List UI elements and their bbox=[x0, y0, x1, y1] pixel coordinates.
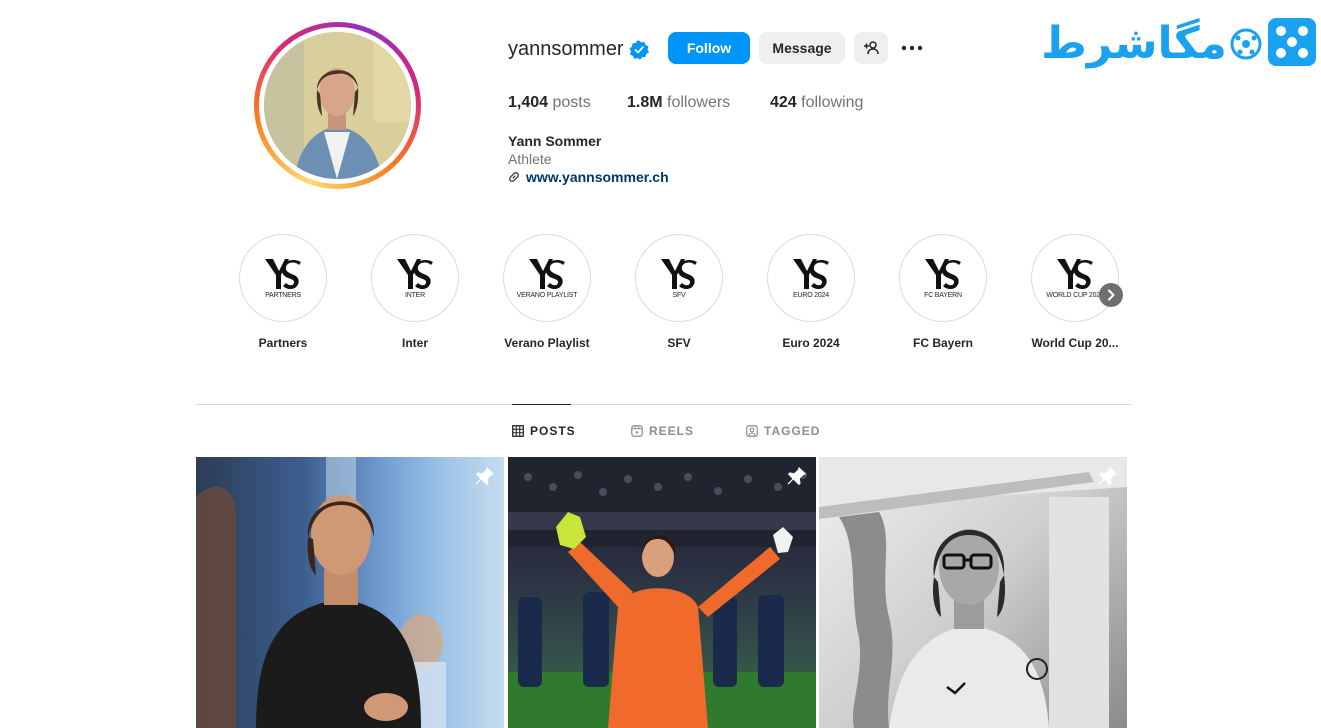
ys-logo-icon bbox=[397, 259, 433, 289]
highlight-item[interactable]: VERANO PLAYLIST Verano Playlist bbox=[503, 234, 591, 350]
ys-logo-icon bbox=[1057, 259, 1093, 289]
followers-label: followers bbox=[667, 94, 731, 111]
profile-website-link[interactable]: www.yannsommer.ch bbox=[508, 169, 669, 185]
post-image-training bbox=[196, 457, 446, 728]
highlight-cover-text: WORLD CUP 2022 bbox=[1046, 292, 1104, 299]
following-link[interactable]: 424 following bbox=[770, 94, 863, 112]
message-button[interactable]: Message bbox=[759, 32, 845, 64]
highlight-cover-text: PARTNERS bbox=[265, 292, 301, 299]
highlight-cover: VERANO PLAYLIST bbox=[503, 234, 591, 322]
follow-button[interactable]: Follow bbox=[668, 32, 750, 64]
link-icon bbox=[509, 172, 519, 182]
avatar bbox=[264, 32, 411, 179]
watermark-logo-graphic: مگاشرط bbox=[1041, 17, 1316, 69]
highlight-item[interactable]: FC BAYERN FC Bayern bbox=[899, 234, 987, 350]
highlight-cover: EURO 2024 bbox=[767, 234, 855, 322]
highlight-cover: FC BAYERN bbox=[899, 234, 987, 322]
watermark-logo: مگاشرط bbox=[1012, 6, 1318, 76]
ys-logo-icon bbox=[793, 259, 829, 289]
ys-logo-icon bbox=[529, 259, 565, 289]
highlight-label: Inter bbox=[401, 336, 428, 350]
avatar-frame bbox=[259, 27, 416, 184]
highlight-cover: SFV bbox=[635, 234, 723, 322]
grid-icon bbox=[512, 425, 524, 437]
following-label: following bbox=[801, 94, 864, 111]
tab-reels-label: REELS bbox=[649, 424, 695, 438]
highlight-cover: WORLD CUP 2022 bbox=[1031, 234, 1119, 322]
post-thumbnail[interactable] bbox=[508, 457, 816, 728]
suggested-users-button[interactable] bbox=[854, 32, 888, 64]
highlight-label: FC Bayern bbox=[912, 336, 974, 350]
followers-link[interactable]: 1.8M followers bbox=[627, 94, 730, 112]
tab-posts-label: POSTS bbox=[530, 424, 576, 438]
highlight-cover-text: SFV bbox=[672, 292, 686, 299]
tagged-icon bbox=[746, 425, 758, 437]
profile-category: Athlete bbox=[508, 151, 552, 167]
pinned-icon bbox=[1098, 466, 1118, 486]
highlight-item[interactable]: SFV SFV bbox=[635, 234, 723, 350]
reels-icon bbox=[631, 425, 643, 437]
post-thumbnail[interactable] bbox=[819, 457, 1127, 728]
highlight-cover-text: FC BAYERN bbox=[924, 292, 962, 299]
highlight-cover-text: INTER bbox=[404, 292, 425, 299]
add-user-icon bbox=[864, 41, 879, 55]
tabs-divider bbox=[196, 404, 1131, 405]
verified-badge-icon bbox=[629, 40, 649, 60]
highlight-cover-text: VERANO PLAYLIST bbox=[516, 292, 578, 299]
ys-logo-icon bbox=[925, 259, 961, 289]
followers-count-value: 1.8M bbox=[627, 94, 663, 111]
highlight-label: Verano Playlist bbox=[504, 336, 590, 350]
website-text: www.yannsommer.ch bbox=[526, 169, 669, 185]
tab-posts[interactable]: POSTS bbox=[512, 424, 576, 438]
post-image-airplane bbox=[819, 457, 1127, 728]
ys-logo-icon bbox=[661, 259, 697, 289]
pinned-icon bbox=[787, 466, 807, 486]
avatar-photo bbox=[264, 32, 411, 179]
chevron-right-icon bbox=[1108, 289, 1115, 301]
profile-username: yannsommer bbox=[508, 38, 624, 60]
tab-tagged[interactable]: TAGGED bbox=[746, 424, 820, 438]
posts-count-value: 1,404 bbox=[508, 94, 549, 111]
post-image-celebration bbox=[508, 457, 816, 728]
posts-count-label: posts bbox=[552, 94, 591, 111]
more-icon[interactable] bbox=[900, 38, 924, 58]
highlight-label: World Cup 20... bbox=[1031, 336, 1119, 350]
following-count-value: 424 bbox=[770, 94, 797, 111]
highlight-item[interactable]: PARTNERS Partners bbox=[239, 234, 327, 350]
pinned-icon bbox=[475, 466, 495, 486]
highlight-item[interactable]: EURO 2024 Euro 2024 bbox=[767, 234, 855, 350]
post-thumbnail[interactable] bbox=[196, 457, 504, 728]
highlight-cover: PARTNERS bbox=[239, 234, 327, 322]
profile-full-name: Yann Sommer bbox=[508, 133, 602, 149]
highlight-cover: INTER bbox=[371, 234, 459, 322]
highlight-item[interactable]: INTER Inter bbox=[371, 234, 459, 350]
highlight-cover-text: EURO 2024 bbox=[793, 292, 829, 299]
highlights-next-button[interactable] bbox=[1099, 283, 1123, 307]
watermark-text: مگاشرط bbox=[1041, 17, 1227, 69]
tab-reels[interactable]: REELS bbox=[631, 424, 694, 438]
posts-count: 1,404 posts bbox=[508, 94, 591, 112]
highlight-label: Euro 2024 bbox=[782, 336, 840, 350]
ys-logo-icon bbox=[265, 259, 301, 289]
profile-avatar-ring[interactable] bbox=[254, 22, 421, 189]
highlight-label: Partners bbox=[258, 336, 308, 350]
highlight-label: SFV bbox=[667, 336, 691, 350]
tab-tagged-label: TAGGED bbox=[764, 424, 821, 438]
active-tab-indicator bbox=[512, 404, 571, 405]
